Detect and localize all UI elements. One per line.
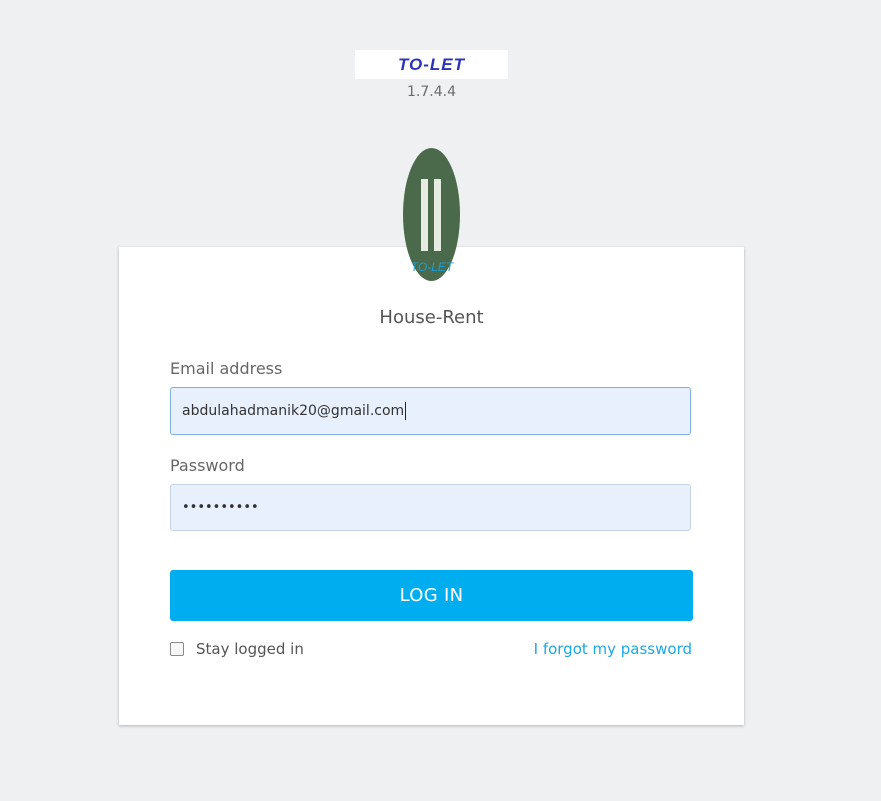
version-label: 1.7.4.4 [407,84,456,100]
app-logo-text: TO-LET [411,260,455,274]
password-field[interactable]: •••••••••• [170,484,691,531]
password-value: •••••••••• [182,500,259,515]
app-logo-icon: TO-LET [403,148,460,281]
brand-logo: TO-LET [355,50,508,79]
stay-logged-in-label: Stay logged in [196,640,304,658]
app-name: House-Rent [379,307,484,328]
email-value: abdulahadmanik20@gmail.com [182,403,405,419]
email-field[interactable]: abdulahadmanik20@gmail.com [170,387,691,435]
stay-logged-in-checkbox[interactable] [170,642,184,656]
forgot-password-link[interactable]: I forgot my password [534,640,692,658]
text-caret [405,402,407,420]
login-card: House-Rent Email address abdulahadmanik2… [119,247,744,725]
password-label: Password [170,456,245,475]
brand-logo-text: TO-LET [397,54,466,74]
email-label: Email address [170,359,283,378]
login-button[interactable]: LOG IN [170,570,693,621]
stay-logged-in[interactable]: Stay logged in [170,640,304,658]
